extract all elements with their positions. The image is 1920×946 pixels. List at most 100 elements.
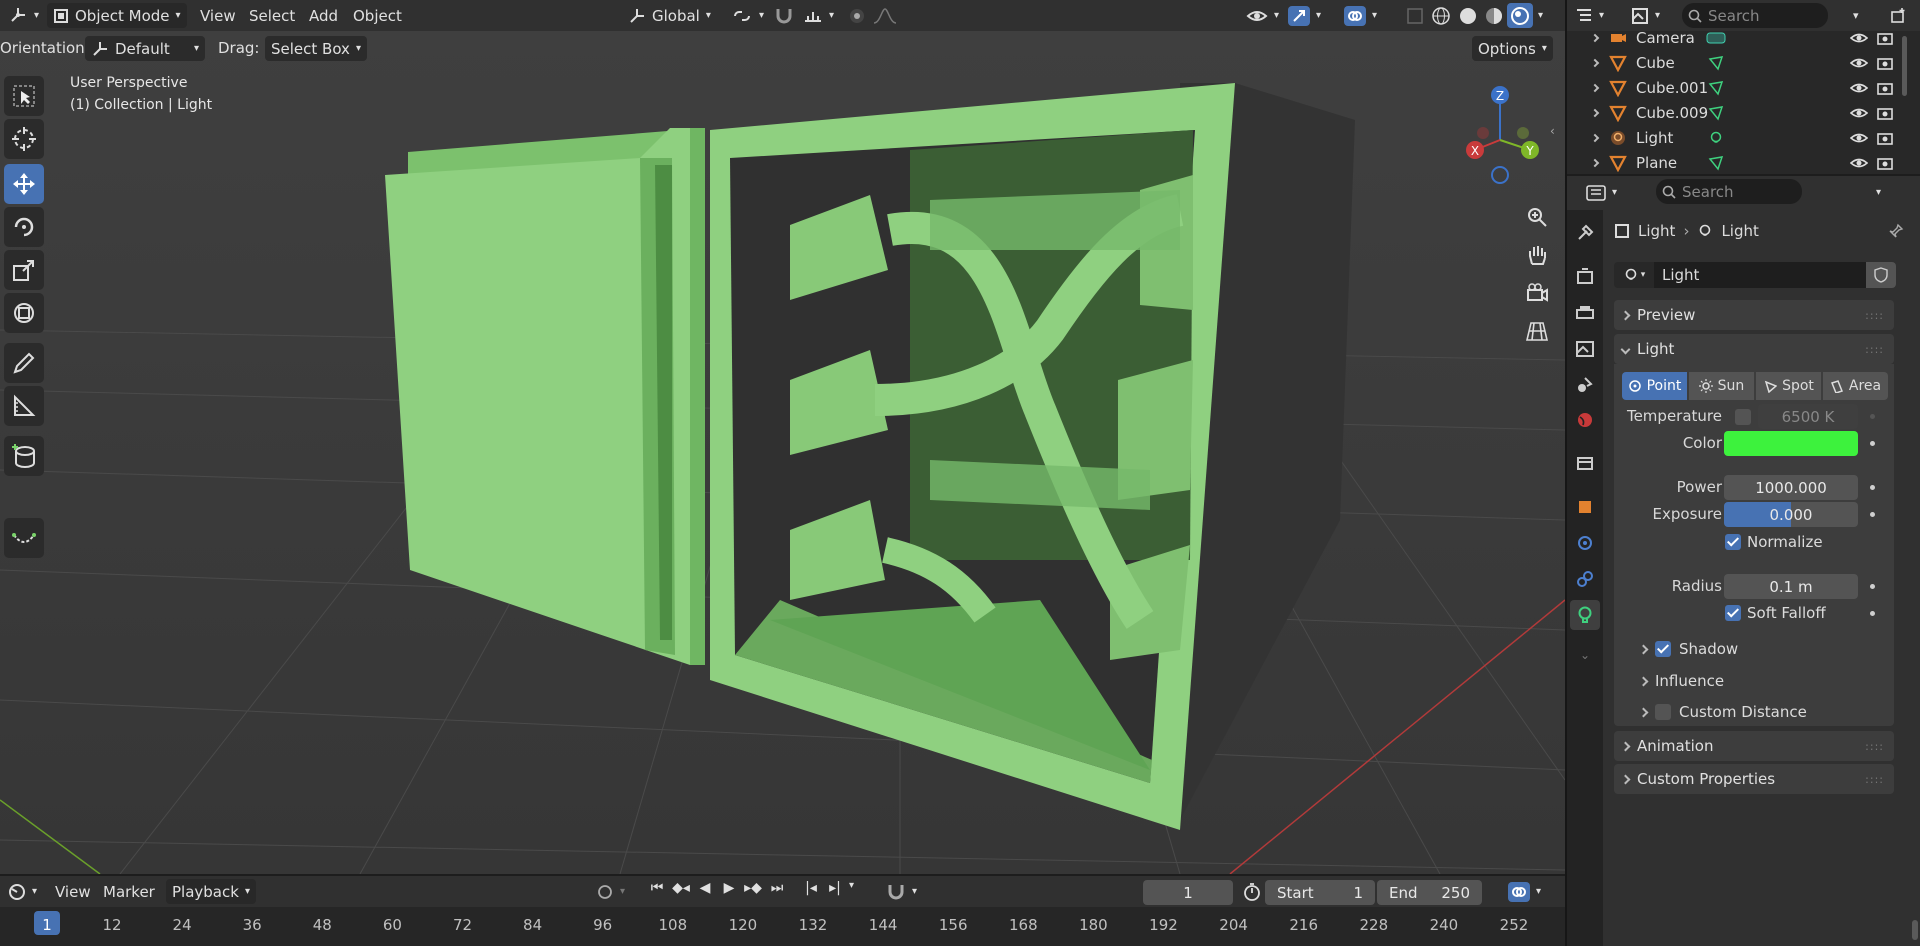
soft-falloff-checkbox[interactable]: Soft Falloff [1725,604,1826,622]
render-camera-icon[interactable] [1876,31,1894,45]
render-camera-icon[interactable] [1876,131,1894,145]
exposure-keyframe-dot[interactable] [1870,512,1875,517]
eye-icon[interactable] [1850,56,1868,70]
eye-icon[interactable] [1850,156,1868,170]
outliner-row[interactable]: Cube.001 [1568,76,1908,100]
outliner-editor-type-button[interactable]: ▾ [1569,3,1610,28]
tab-constraints[interactable] [1570,564,1600,594]
tab-view-layer[interactable] [1570,334,1600,364]
render-camera-icon[interactable] [1876,56,1894,70]
tab-collection[interactable] [1570,448,1600,478]
chevron-right-icon[interactable] [1590,108,1600,118]
datablock-selector[interactable]: ▾ Light [1614,262,1896,288]
annotate-tool[interactable] [4,343,44,383]
jump-end-icon[interactable]: ⏭ [767,880,787,904]
snap-target-dropdown[interactable]: ▾ [797,3,840,28]
preview-range-toggle[interactable] [1242,882,1262,906]
mode-dropdown[interactable]: Object Mode ▾ [47,3,187,28]
viewport-3d[interactable]: User Perspective (1) Collection | Light [0,31,1565,874]
outliner-scrollbar[interactable] [1902,36,1907,96]
properties-scrollbar[interactable] [1912,920,1918,940]
filter-dropdown[interactable]: ▾ [1847,3,1865,28]
color-keyframe-dot[interactable] [1870,441,1875,446]
power-field[interactable]: 1000.000 [1724,475,1858,500]
light-type-spot[interactable]: Spot [1756,372,1821,400]
properties-search-input[interactable]: Search [1656,179,1802,204]
playback-dropdown[interactable]: Playback ▾ [166,879,256,904]
orientation-dropdown[interactable]: Default ▾ [85,36,205,61]
menu-select[interactable]: Select [249,5,295,27]
auto-keying-dropdown[interactable]: ▾ [880,879,923,904]
prev-frame-icon[interactable]: |◂ [801,880,821,904]
light-type-area[interactable]: Area [1823,372,1888,400]
outliner-search-input[interactable]: Search [1682,3,1828,28]
light-color-swatch[interactable] [1724,431,1858,456]
tab-physics[interactable] [1570,528,1600,558]
zoom-button[interactable] [1520,200,1554,234]
power-keyframe-dot[interactable] [1870,485,1875,490]
new-collection-button[interactable] [1883,3,1913,28]
curve-tool[interactable] [4,518,44,558]
tab-scene[interactable] [1570,370,1600,400]
shading-material[interactable] [1481,3,1507,28]
render-camera-icon[interactable] [1876,156,1894,170]
tab-world[interactable] [1570,405,1600,435]
datablock-name-field[interactable]: Light [1654,262,1866,288]
pivot-point-dropdown[interactable]: ▾ [725,3,770,28]
transform-tool[interactable] [4,293,44,333]
datablock-browse-button[interactable]: ▾ [1614,267,1654,283]
editor-type-button[interactable]: ▾ [2,2,45,28]
current-frame-field[interactable]: 1 [1143,880,1233,905]
xray-toggle[interactable] [1400,3,1430,28]
scale-tool[interactable] [4,250,44,290]
transform-orientation-dropdown[interactable]: Global ▾ [622,3,717,28]
chevron-down-icon[interactable]: ▾ [849,880,854,904]
outliner-row[interactable]: Cube [1568,51,1908,75]
drag-handle-icon[interactable]: :::: [1865,309,1884,322]
play-icon[interactable]: ▶ [719,880,739,904]
eye-icon[interactable] [1850,31,1868,45]
jump-start-icon[interactable]: ⏮ [647,880,667,904]
visibility-dropdown[interactable]: ▾ [1240,3,1285,28]
sidebar-toggle-arrow[interactable]: ‹ [1550,124,1560,138]
camera-view-button[interactable] [1520,276,1554,310]
tabs-more-arrow[interactable]: ⌄ [1570,640,1600,670]
section-light[interactable]: Light :::: [1614,334,1894,364]
light-type-sun[interactable]: Sun [1689,372,1754,400]
menu-add[interactable]: Add [309,5,338,27]
end-frame-field[interactable]: End 250 [1377,880,1482,905]
tab-tool[interactable] [1570,218,1600,248]
outliner-row[interactable]: Plane [1568,151,1908,175]
tab-object[interactable] [1570,492,1600,522]
shading-wireframe[interactable] [1428,3,1454,28]
select-box-tool[interactable] [4,76,44,116]
fake-user-button[interactable] [1866,262,1896,288]
pan-button[interactable] [1520,238,1554,272]
radius-field[interactable]: 0.1 m [1724,574,1858,599]
add-cube-tool[interactable] [4,436,44,476]
timeline-ruler[interactable] [0,907,1565,946]
timeline-menu-marker[interactable]: Marker [103,881,155,903]
drag-dropdown[interactable]: Select Box ▾ [265,36,367,61]
chevron-right-icon[interactable] [1590,58,1600,68]
temperature-keyframe-dot[interactable] [1870,414,1875,419]
display-mode-dropdown[interactable]: ▾ [1625,3,1666,28]
falloff-dropdown[interactable] [866,3,904,28]
drag-handle-icon[interactable]: :::: [1865,773,1884,786]
options-dropdown[interactable]: Options ▾ [1472,36,1553,61]
chevron-right-icon[interactable] [1590,158,1600,168]
shading-solid[interactable] [1455,3,1481,28]
eye-icon[interactable] [1850,81,1868,95]
chevron-right-icon[interactable] [1590,83,1600,93]
temperature-toggle[interactable] [1735,409,1751,429]
pin-icon[interactable] [1888,223,1904,239]
eye-icon[interactable] [1850,131,1868,145]
overlays-toggle[interactable]: ▾ [1338,3,1383,28]
soft-falloff-keyframe-dot[interactable] [1870,611,1875,616]
perspective-toggle-button[interactable] [1520,314,1554,348]
rotate-tool[interactable] [4,207,44,247]
properties-options-dropdown[interactable]: ▾ [1870,180,1887,205]
subsection-influence[interactable]: Influence [1638,672,1724,690]
prev-keyframe-icon[interactable]: ◆◂ [671,880,691,904]
start-frame-field[interactable]: Start 1 [1265,880,1375,905]
